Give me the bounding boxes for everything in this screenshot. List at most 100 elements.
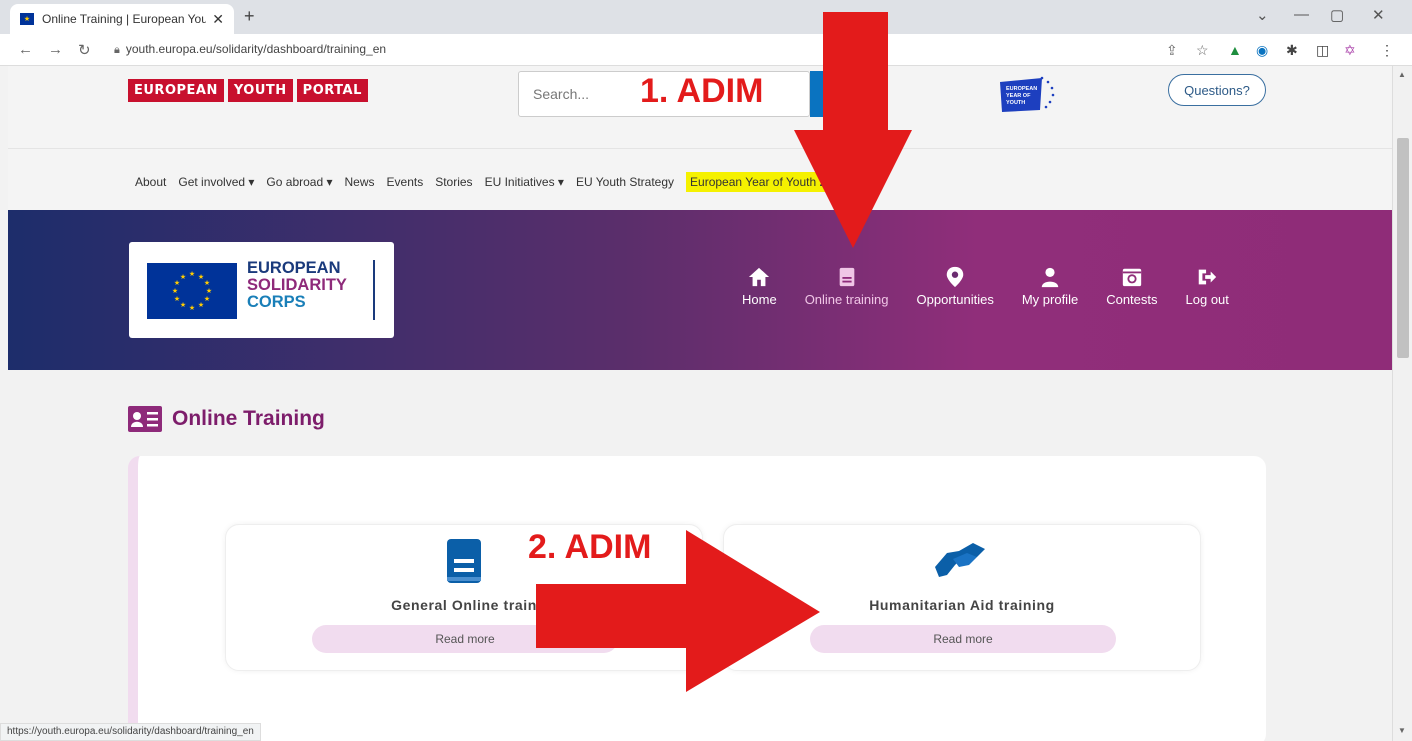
esc-logo-card[interactable]: ★ ★ ★ ★ ★ ★ ★ ★ ★ ★ ★ ★ EUROPEAN SOLIDARITY CORP…: [129, 242, 394, 338]
bookmark-star-icon[interactable]: ☆: [1196, 42, 1209, 59]
training-panel: General Online train Read more Humanitar…: [128, 456, 1266, 741]
page-scrollbar[interactable]: ▲ ▼: [1392, 66, 1412, 741]
minimize-icon[interactable]: —: [1294, 6, 1309, 23]
window-close-icon[interactable]: ✕: [1372, 6, 1385, 24]
topnav-european-year-of-youth[interactable]: European Year of Youth 2022: [686, 172, 851, 192]
logout-icon: [1198, 269, 1217, 285]
nav-my-profile[interactable]: My profile: [1022, 266, 1078, 307]
european-youth-portal-logo[interactable]: EUROPEAN YOUTH PORTAL: [128, 79, 368, 102]
header-divider: [8, 148, 1392, 149]
topnav-stories[interactable]: Stories: [435, 175, 472, 189]
search-placeholder: Search...: [533, 86, 590, 102]
eu-flag-icon: ★ ★★ ★★★ ★★★ ★★★: [147, 263, 237, 319]
svg-text:★: ★: [206, 287, 212, 295]
map-pin-icon: [946, 266, 964, 288]
read-more-button[interactable]: Read more: [810, 625, 1116, 653]
share-icon[interactable]: ⇪: [1166, 42, 1178, 59]
user-icon: [1041, 267, 1059, 288]
topnav-eu-youth-strategy[interactable]: EU Youth Strategy: [576, 175, 674, 189]
forward-icon[interactable]: →: [48, 41, 63, 58]
card-title: Humanitarian Aid training: [869, 597, 1055, 613]
status-bar-url: https://youth.europa.eu/solidarity/dashb…: [0, 723, 261, 741]
topnav-news[interactable]: News: [345, 175, 375, 189]
profile-avatar-icon[interactable]: ✡: [1344, 42, 1356, 59]
tab-title: Online Training | European Youth: [42, 12, 207, 26]
handshake-icon: [935, 543, 985, 577]
logo-word: YOUTH: [227, 79, 293, 102]
nav-log-out[interactable]: Log out: [1186, 266, 1229, 307]
questions-button[interactable]: Questions?: [1168, 74, 1266, 106]
nav-label: Online training: [804, 292, 889, 307]
svg-text:YOUTH: YOUTH: [1006, 100, 1025, 106]
svg-text:★: ★: [172, 287, 178, 295]
new-tab-button[interactable]: +: [244, 6, 255, 27]
svg-text:YEAR OF: YEAR OF: [1006, 93, 1031, 99]
nav-label: Opportunities: [916, 292, 994, 307]
european-year-of-youth-logo[interactable]: EUROPEAN YEAR OF YOUTH: [998, 76, 1058, 114]
topnav-get-involved[interactable]: Get involved ▾: [178, 175, 254, 189]
book-icon: [447, 539, 481, 583]
portal-top-navigation: About Get involved ▾ Go abroad ▾ News Ev…: [135, 172, 851, 192]
drive-extension-icon[interactable]: ▲: [1228, 42, 1242, 58]
extensions-puzzle-icon[interactable]: ✱: [1286, 42, 1298, 59]
nav-label: Log out: [1185, 292, 1229, 307]
svg-text:★: ★: [180, 273, 186, 281]
reload-icon[interactable]: ↻: [78, 41, 91, 59]
nav-opportunities[interactable]: Opportunities: [917, 266, 994, 307]
svg-text:★: ★: [174, 295, 180, 303]
svg-text:EUROPEAN: EUROPEAN: [1006, 86, 1037, 92]
nav-contests[interactable]: Contests: [1106, 266, 1158, 307]
side-panel-icon[interactable]: ◫: [1316, 42, 1329, 59]
close-tab-icon[interactable]: ✕: [212, 11, 224, 28]
browser-menu-icon[interactable]: ⋮: [1380, 42, 1394, 59]
esc-line-2: SOLIDARITY: [247, 276, 347, 294]
url-text: youth.europa.eu/solidarity/dashboard/tra…: [125, 42, 387, 56]
page-title: Online Training: [172, 407, 325, 430]
url-field[interactable]: 🔒︎ youth.europa.eu/solidarity/dashboard/t…: [114, 42, 386, 57]
logo-word: EUROPEAN: [128, 79, 224, 102]
nav-label: Home: [742, 292, 777, 307]
id-card-icon: [128, 406, 162, 432]
svg-text:★: ★: [180, 301, 186, 309]
topnav-go-abroad[interactable]: Go abroad ▾: [266, 175, 332, 189]
nav-label: My profile: [1021, 292, 1079, 307]
nav-home[interactable]: Home: [742, 266, 777, 307]
step1-annotation-label: 1. ADIM: [640, 72, 764, 110]
esc-logo-text: EUROPEAN SOLIDARITY CORPS: [247, 260, 347, 311]
lock-icon: 🔒︎: [114, 44, 120, 56]
humanitarian-aid-training-card[interactable]: Humanitarian Aid training Read more: [723, 524, 1201, 671]
esc-line-1: EUROPEAN: [247, 259, 341, 277]
step2-annotation-label: 2. ADIM: [528, 528, 652, 566]
esc-logo-bar: [373, 260, 375, 320]
read-more-button[interactable]: Read more: [312, 625, 618, 653]
scroll-up-icon[interactable]: ▲: [1398, 70, 1406, 79]
esc-main-navigation: Home Online training Opportunities My pr…: [742, 266, 1229, 307]
card-title: General Online train: [391, 597, 537, 613]
browser-tab-bar: ★ Online Training | European Youth ✕ + ⌄…: [0, 0, 1412, 34]
camera-icon: [1122, 268, 1142, 287]
maximize-icon[interactable]: ▢: [1330, 6, 1344, 24]
logo-word: PORTAL: [296, 79, 368, 102]
scrollbar-thumb[interactable]: [1397, 138, 1409, 358]
topnav-events[interactable]: Events: [387, 175, 424, 189]
back-icon[interactable]: ←: [18, 41, 33, 58]
topnav-about[interactable]: About: [135, 175, 166, 189]
browser-tab[interactable]: ★ Online Training | European Youth ✕: [10, 4, 234, 34]
svg-text:★: ★: [204, 279, 210, 287]
hp-extension-icon[interactable]: ◉: [1256, 42, 1268, 59]
nav-label: Contests: [1106, 292, 1158, 307]
eu-flag-favicon-icon: ★: [20, 13, 34, 25]
search-button[interactable]: [810, 71, 855, 117]
svg-text:★: ★: [198, 301, 204, 309]
scroll-down-icon[interactable]: ▼: [1398, 726, 1406, 735]
nav-online-training[interactable]: Online training: [805, 266, 889, 307]
home-icon: [749, 267, 770, 287]
esc-banner: ★ ★ ★ ★ ★ ★ ★ ★ ★ ★ ★ ★ EUROPEAN SOLIDARITY CORP…: [8, 210, 1392, 370]
tab-search-icon[interactable]: ⌄: [1256, 6, 1269, 24]
svg-text:★: ★: [189, 304, 195, 312]
address-bar: ← → ↻ 🔒︎ youth.europa.eu/solidarity/dashb…: [0, 34, 1412, 66]
topnav-eu-initiatives[interactable]: EU Initiatives ▾: [485, 175, 564, 189]
svg-text:★: ★: [204, 295, 210, 303]
page-viewport: EUROPEAN YOUTH PORTAL Search... EUROPEAN…: [0, 66, 1392, 741]
esc-line-3: CORPS: [247, 293, 306, 311]
